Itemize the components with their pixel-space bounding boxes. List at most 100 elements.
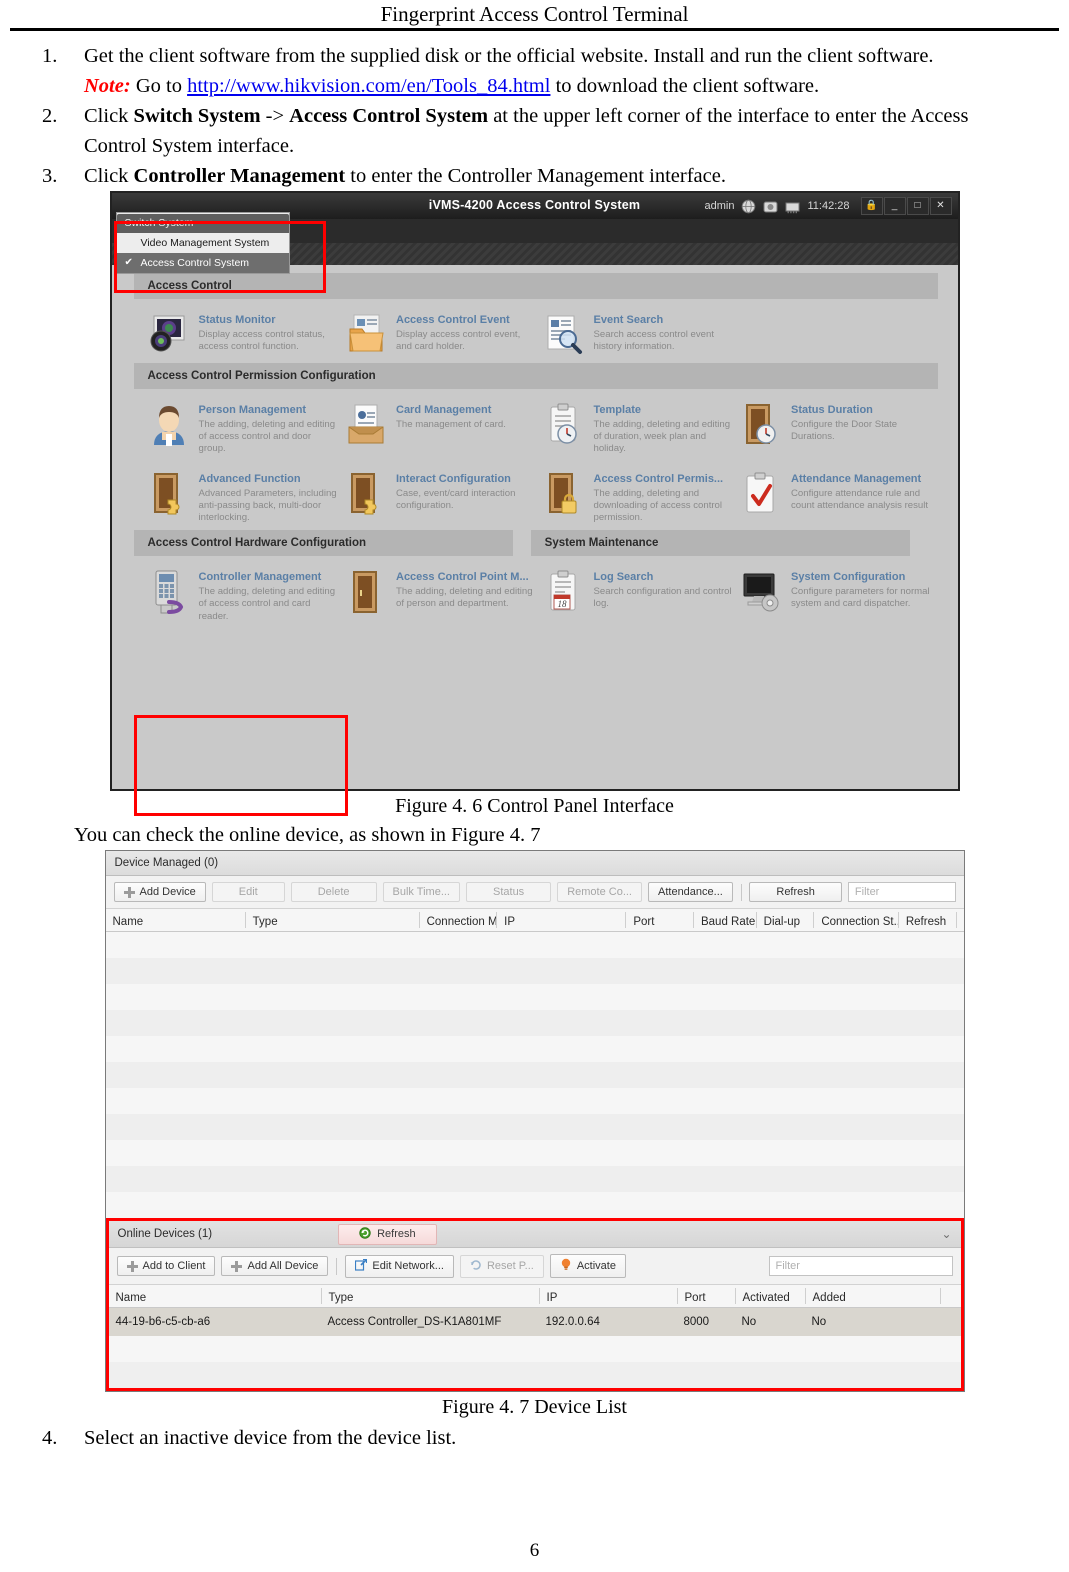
online-filter-input[interactable]: Filter [768, 1256, 953, 1276]
camera-icon[interactable] [763, 199, 778, 214]
tile-text: Interact Configuration Case, event/card … [396, 472, 537, 525]
toolbar-separator [336, 1257, 338, 1275]
list-item-step-3: 3. Click Controller Management to enter … [40, 161, 1029, 191]
column-header-type[interactable]: Type [244, 912, 419, 928]
switch-system-button[interactable]: Switch System [116, 214, 289, 233]
column-header-dial-up[interactable]: Dial-up [755, 912, 814, 928]
lock-icon[interactable]: 🔒 [860, 197, 883, 215]
tile-text: Card Management The management of card. [396, 403, 537, 456]
close-icon[interactable]: ✕ [929, 197, 952, 215]
activate-button[interactable]: Activate [549, 1254, 626, 1278]
delete-button[interactable]: Delete [290, 882, 377, 902]
tile-access-control-event[interactable]: Access Control Event Display access cont… [345, 313, 543, 357]
tile-event-search[interactable]: Event Search Search access control event… [543, 313, 741, 357]
menu-item-access-control-system[interactable]: ✔ Access Control System [116, 253, 289, 273]
section-header-system-maintenance: System Maintenance [530, 530, 911, 557]
table-row[interactable] [105, 958, 964, 984]
cell-name: 44-19-b6-c5-cb-a6 [115, 1316, 211, 1328]
status-button[interactable]: Status [466, 882, 552, 902]
edit-network-button[interactable]: Edit Network... [345, 1254, 454, 1278]
column-header-added[interactable]: Added [804, 1288, 940, 1304]
add-to-client-button[interactable]: Add to Client [116, 1256, 216, 1276]
tile-row-access-control: Status Monitor Display access control st… [134, 303, 938, 363]
menu-bar: Switch System Video Management System ✔ … [111, 212, 958, 293]
column-header-connection-status[interactable]: Connection St... [813, 912, 898, 928]
table-row[interactable] [105, 1166, 964, 1192]
table-row[interactable] [105, 984, 964, 1010]
tile-title: Access Control Point M... [396, 571, 529, 584]
globe-icon[interactable] [741, 199, 756, 214]
column-header-port[interactable]: Port [625, 912, 693, 928]
add-all-device-button[interactable]: Add All Device [221, 1256, 329, 1276]
tile-text: Event Search Search access control event… [594, 313, 735, 357]
menu-item-video-management-system[interactable]: Video Management System [117, 233, 289, 253]
tile-status-duration[interactable]: Status Duration Configure the Door State… [740, 403, 938, 456]
column-header-ip[interactable]: IP [496, 912, 625, 928]
column-header-type[interactable]: Type [320, 1288, 539, 1304]
tile-title: Attendance Management [791, 472, 922, 485]
table-row[interactable] [105, 1140, 964, 1166]
tile-text: Advanced Function Advanced Parameters, i… [199, 472, 340, 525]
table-row[interactable] [105, 1010, 964, 1036]
table-row[interactable]: 44-19-b6-c5-cb-a6 Access Controller_DS-K… [108, 1308, 961, 1336]
column-header-activated[interactable]: Activated [734, 1288, 805, 1304]
attendance-button[interactable]: Attendance... [648, 882, 733, 902]
column-header-spacer [955, 912, 964, 928]
bulk-time-button[interactable]: Bulk Time... [382, 882, 460, 902]
table-row[interactable] [105, 1036, 964, 1062]
table-row[interactable] [105, 1192, 964, 1218]
tile-template[interactable]: Template The adding, deleting and editin… [543, 403, 741, 456]
reset-password-button[interactable]: Reset P... [459, 1254, 544, 1278]
tile-card-management[interactable]: Card Management The management of card. [345, 403, 543, 456]
step-number: 1. [42, 45, 58, 67]
maximize-icon[interactable]: □ [906, 197, 929, 215]
cell-activated: No [741, 1316, 757, 1328]
tile-status-monitor[interactable]: Status Monitor Display access control st… [148, 313, 346, 357]
tile-description: Advanced Parameters, including anti-pass… [198, 487, 337, 524]
minimize-icon[interactable]: _ [883, 197, 906, 215]
window-controls: 🔒 _ □ ✕ [860, 197, 952, 215]
add-device-button[interactable]: Add Device [113, 882, 206, 902]
system-config-icon [740, 570, 782, 614]
tile-text: Access Control Event Display access cont… [396, 313, 537, 357]
step-2-bold-switch-system: Switch System [133, 105, 261, 127]
tile-row-hardware: Controller Management The adding, deleti… [134, 560, 938, 629]
remote-configuration-button[interactable]: Remote Co... [557, 882, 642, 902]
online-devices-toolbar: Add to Client Add All Device Edit Networ… [108, 1248, 961, 1285]
column-header-connection-mode[interactable]: Connection M... [418, 912, 496, 928]
tile-access-control-permission[interactable]: Access Control Permis... The adding, del… [543, 472, 741, 525]
chevron-down-icon[interactable]: ⌄ [941, 1228, 951, 1240]
tile-text: Controller Management The adding, deleti… [199, 570, 340, 623]
hikvision-tools-link[interactable]: http://www.hikvision.com/en/Tools_84.htm… [187, 75, 550, 97]
column-header-refresh[interactable]: Refresh [897, 912, 956, 928]
tile-advanced-function[interactable]: Advanced Function Advanced Parameters, i… [148, 472, 346, 525]
edit-button[interactable]: Edit [211, 882, 285, 902]
page-header-title: Fingerprint Access Control Terminal [380, 2, 689, 26]
column-header-name[interactable]: Name [106, 912, 245, 928]
table-row[interactable] [105, 932, 964, 958]
column-header-ip[interactable]: IP [538, 1288, 677, 1304]
table-row[interactable] [108, 1362, 961, 1388]
table-row[interactable] [108, 1336, 961, 1362]
table-row[interactable] [105, 1114, 964, 1140]
managed-filter-input[interactable]: Filter [847, 882, 956, 902]
tile-controller-management[interactable]: Controller Management The adding, deleti… [148, 570, 346, 623]
column-header-port[interactable]: Port [676, 1288, 735, 1304]
refresh-button[interactable]: Refresh [749, 882, 842, 902]
tile-log-search[interactable]: 18 Log Search Search configuration and c… [543, 570, 741, 623]
tile-title: Controller Management [198, 571, 322, 584]
tile-title: Template [593, 404, 641, 416]
tile-person-management[interactable]: Person Management The adding, deleting a… [148, 403, 346, 456]
tile-attendance-management[interactable]: Attendance Management Configure attendan… [740, 472, 938, 525]
online-refresh-button[interactable]: Refresh [338, 1223, 437, 1245]
ram-icon[interactable] [785, 199, 800, 214]
tile-system-configuration[interactable]: System Configuration Configure parameter… [740, 570, 938, 623]
table-row[interactable] [105, 1088, 964, 1114]
tile-interact-configuration[interactable]: Interact Configuration Case, event/card … [345, 472, 543, 525]
tile-description: The management of card. [396, 419, 506, 430]
tile-access-control-point-management[interactable]: Access Control Point M... The adding, de… [345, 570, 543, 623]
column-header-baud-rate[interactable]: Baud Rate [692, 912, 756, 928]
column-header-name[interactable]: Name [109, 1288, 321, 1304]
table-row[interactable] [105, 1062, 964, 1088]
tile-title: Event Search [593, 314, 664, 326]
